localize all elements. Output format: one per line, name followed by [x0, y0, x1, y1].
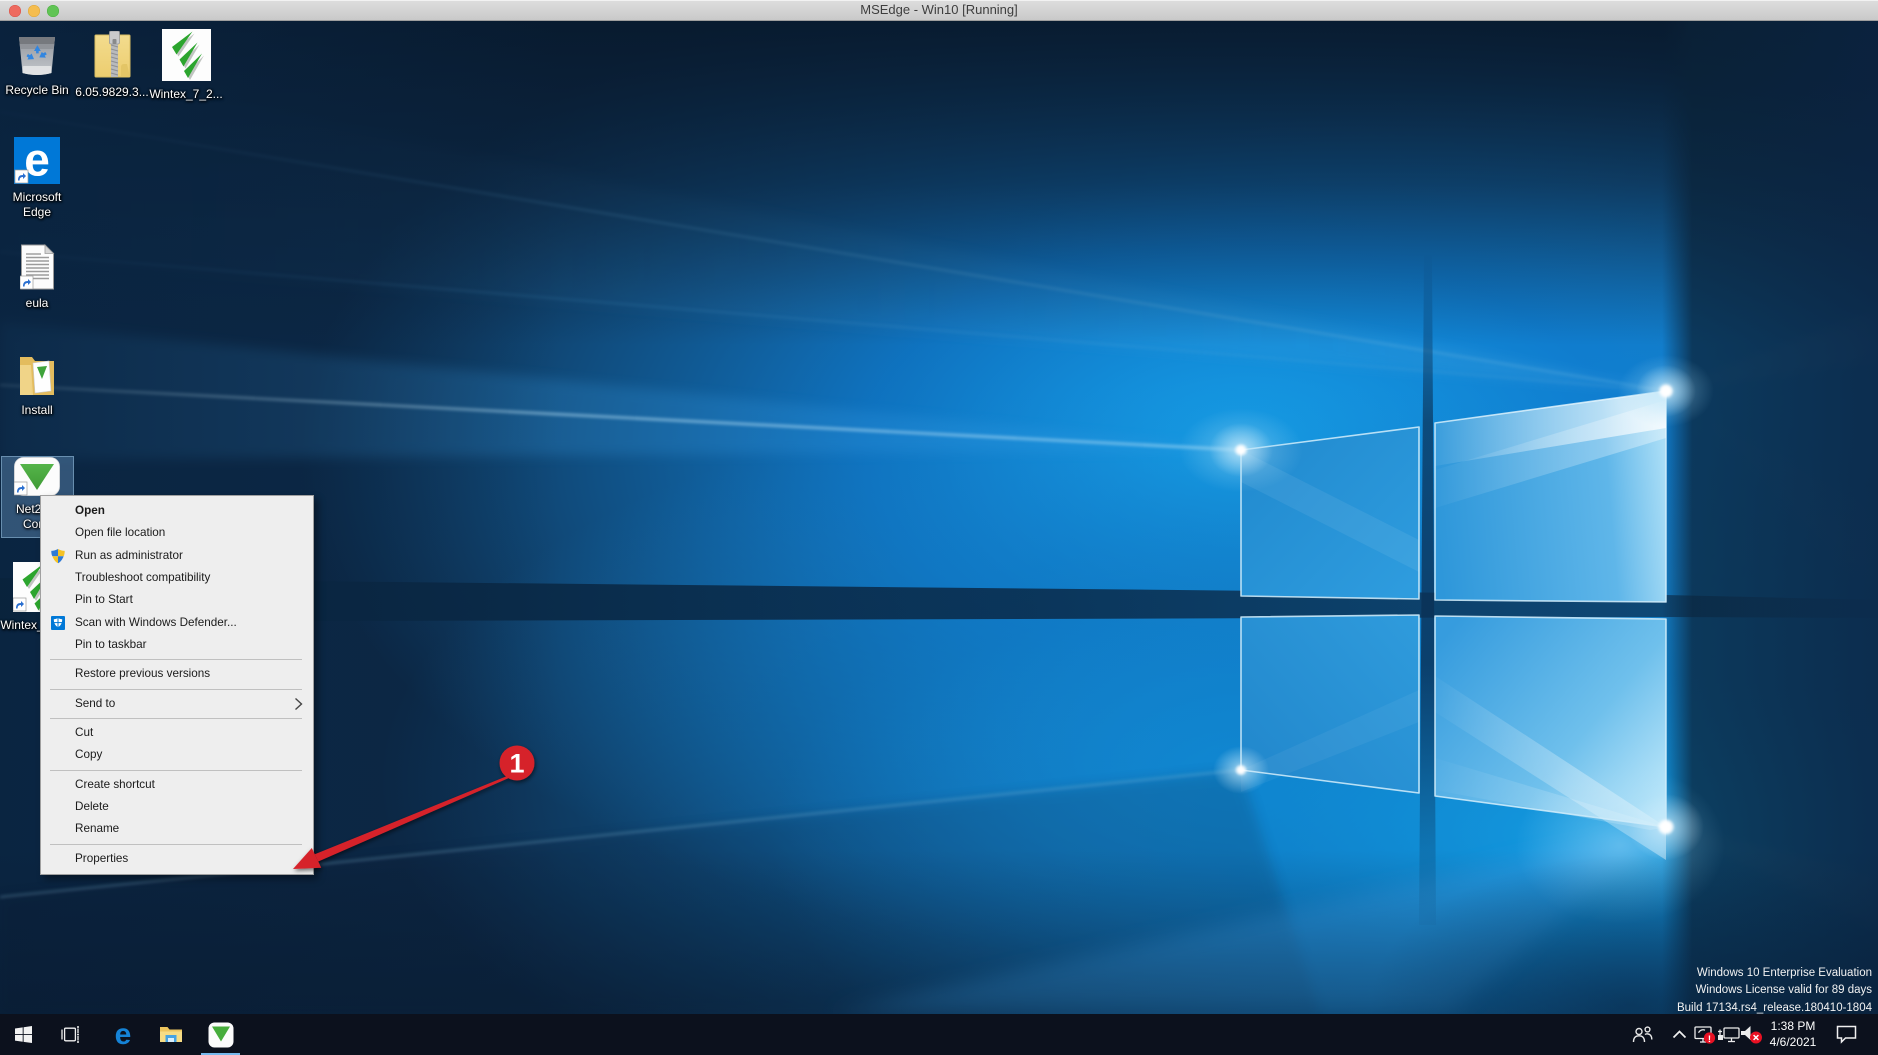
- svg-text:e: e: [114, 1021, 131, 1048]
- svg-text:!: !: [1707, 1033, 1710, 1044]
- svg-text:1: 1: [509, 749, 524, 779]
